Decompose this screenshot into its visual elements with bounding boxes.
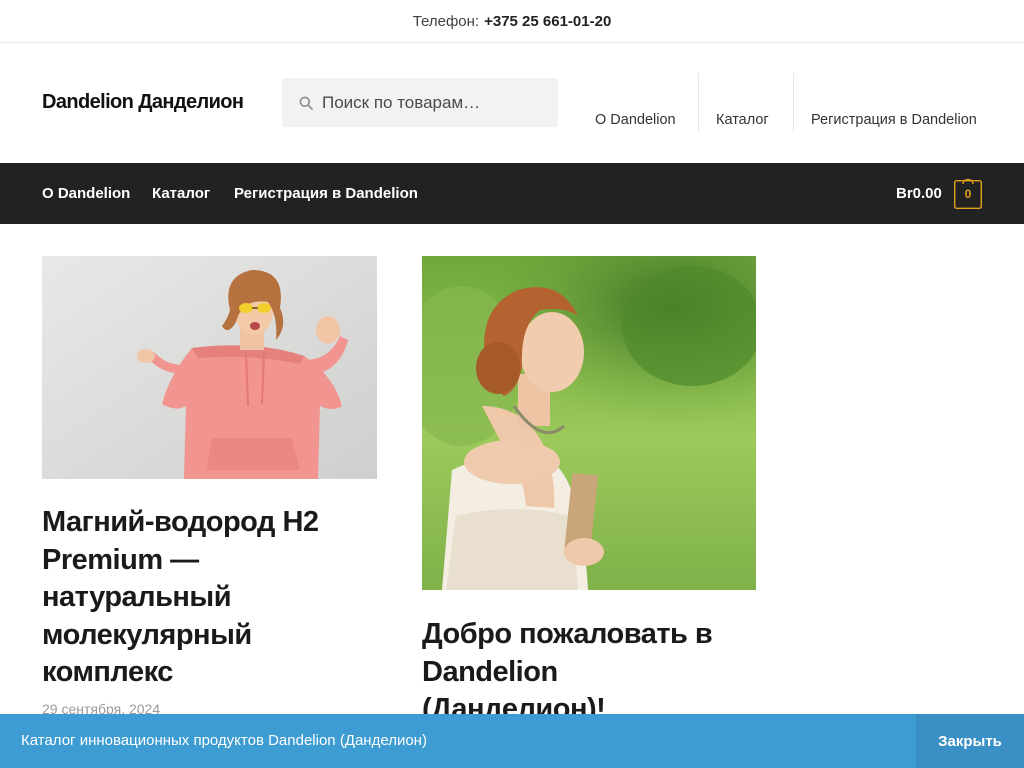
- store-notice: Каталог инновационных продуктов Dandelio…: [0, 714, 1024, 768]
- secondary-nav-divider: [698, 73, 699, 132]
- close-notice-button[interactable]: Закрыть: [916, 714, 1024, 768]
- secondary-nav-divider: [793, 73, 794, 132]
- phone-number[interactable]: +375 25 661-01-20: [484, 13, 611, 30]
- store-notice-text: Каталог инновационных продуктов Dandelio…: [21, 732, 427, 749]
- cart-total[interactable]: Br0.00: [896, 185, 942, 202]
- post-title-line: Premium —: [42, 543, 199, 576]
- secondary-nav-item-registration[interactable]: Регистрация в Dandelion: [811, 112, 977, 128]
- post-title-magnesium[interactable]: Магний-водород H2 Premium — натуральный …: [42, 504, 377, 692]
- top-bar: Телефон: +375 25 661-01-20: [0, 0, 1024, 43]
- search-input[interactable]: [322, 92, 542, 113]
- secondary-nav-item-about[interactable]: О Dandelion: [595, 112, 676, 128]
- post-title-line: Dandelion: [422, 655, 558, 688]
- nav-item-about[interactable]: О Dandelion: [42, 185, 130, 202]
- nav-item-registration[interactable]: Регистрация в Dandelion: [234, 185, 418, 202]
- cart-count[interactable]: 0: [954, 180, 982, 208]
- phone-label: Телефон:: [412, 12, 480, 30]
- post-title-line: молекулярный: [42, 618, 252, 651]
- nav-item-catalog[interactable]: Каталог: [152, 185, 210, 202]
- site-header: Dandelion Данделион: [0, 43, 1024, 162]
- product-search: [282, 78, 558, 127]
- post-title-welcome[interactable]: Добро пожаловать в Dandelion (Данделион)…: [422, 616, 756, 729]
- post-title-line: Магний-водород H2: [42, 506, 319, 538]
- post-title-line: комплекс: [42, 656, 173, 688]
- post-title-line: натуральный: [42, 581, 232, 613]
- post-title-line: Добро пожаловать в: [422, 618, 713, 650]
- site-title[interactable]: Dandelion Данделион: [42, 91, 244, 114]
- main-navigation: О Dandelion Каталог Регистрация в Dandel…: [0, 163, 1024, 224]
- post-image-woman-pink-hoodie[interactable]: [42, 256, 377, 479]
- secondary-nav-item-catalog[interactable]: Каталог: [716, 112, 769, 128]
- search-icon: [290, 96, 322, 110]
- post-image-woman-in-park[interactable]: [422, 256, 756, 590]
